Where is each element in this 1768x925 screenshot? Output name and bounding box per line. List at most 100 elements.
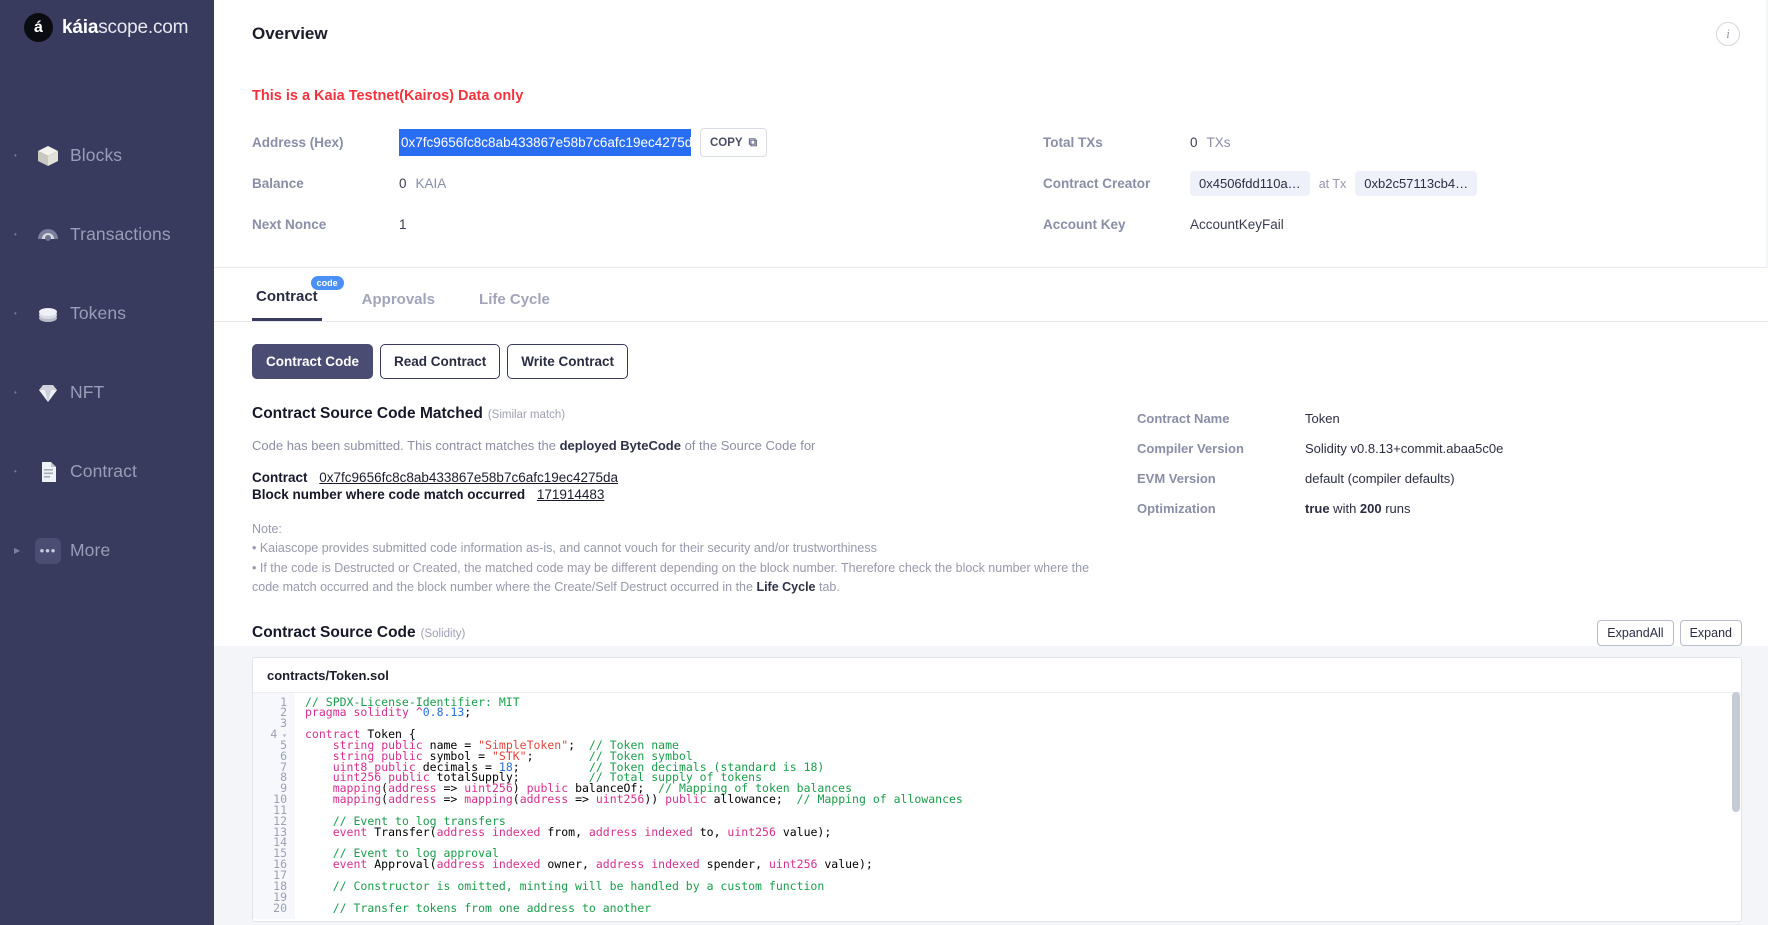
contract-creator-address[interactable]: 0x4506fdd110a… (1190, 171, 1310, 196)
contract-info-columns: Contract Source Code Matched (Similar mat… (252, 379, 1742, 598)
sidebar-item-blocks[interactable]: • Blocks (0, 116, 214, 195)
contract-tabs: Contract code Approvals Life Cycle (214, 268, 1768, 322)
tab-approvals-label: Approvals (361, 291, 436, 308)
address-value[interactable]: 0x7fc9656fc8c8ab433867e58b7c6afc19ec4275… (399, 129, 691, 156)
note-line-2-bold: Life Cycle (756, 580, 816, 595)
overview-row-creator: Contract Creator 0x4506fdd110a… at Tx 0x… (1043, 163, 1766, 204)
meta-row-optimization: Optimization true with 200 runs (1137, 501, 1742, 516)
contract-code-button[interactable]: Contract Code (252, 344, 374, 379)
copy-icon: ⧉ (748, 135, 758, 149)
copy-button[interactable]: COPY ⧉ (700, 128, 768, 157)
matched-description: Code has been submitted. This contract m… (252, 438, 1097, 453)
code-filename: contracts/Token.sol (253, 658, 1741, 693)
info-icon[interactable]: i (1716, 22, 1740, 46)
overview-right-column: Total TXs 0 TXs Contract Creator 0x4506f… (990, 122, 1766, 245)
write-contract-button[interactable]: Write Contract (507, 344, 629, 379)
matched-block-key: Block number where code match occurred (252, 487, 526, 502)
meta-row-contract-name: Contract Name Token (1137, 411, 1742, 426)
code-line: event Approval(address indexed owner, ad… (332, 857, 873, 872)
contract-creator-value-group: 0x4506fdd110a… at Tx 0xb2c57113cb4… (1190, 171, 1478, 196)
contract-meta-column: Contract Name Token Compiler Version Sol… (1097, 405, 1742, 598)
note-title: Note: (252, 522, 282, 536)
overview-row-nonce: Next Nonce 1 (252, 204, 990, 245)
sidebar-item-more[interactable]: ▶ ••• More (0, 511, 214, 590)
brand-logo[interactable]: á káiascope.com (0, 0, 214, 42)
transaction-icon (26, 222, 70, 248)
meta-key: Compiler Version (1137, 441, 1244, 456)
ellipsis-icon-box: ••• (35, 537, 61, 564)
matched-heading-subtitle: (Similar match) (487, 409, 566, 421)
sidebar-item-label: NFT (70, 382, 105, 402)
sidebar-item-transactions[interactable]: • Transactions (0, 195, 214, 274)
sidebar-item-label: Transactions (70, 224, 171, 244)
tab-approvals[interactable]: Approvals (358, 291, 439, 321)
matched-heading: Contract Source Code Matched (Similar mat… (252, 405, 1097, 423)
testnet-banner: This is a Kaia Testnet(Kairos) Data only (252, 88, 524, 104)
total-txs-unit: TXs (1206, 135, 1231, 150)
ellipsis-icon: ••• (26, 537, 70, 564)
chevron-bullet-icon: • (14, 387, 17, 397)
code-lines: // SPDX-License-Identifier: MIT pragma so… (295, 693, 1741, 920)
total-txs-label: Total TXs (1043, 135, 1103, 150)
cube-icon (26, 143, 70, 169)
meta-key: Contract Name (1137, 411, 1230, 426)
note-line-1: • Kaiascope provides submitted code info… (252, 541, 877, 556)
matched-contract-address-link[interactable]: 0x7fc9656fc8c8ab433867e58b7c6afc19ec4275… (319, 470, 618, 485)
sidebar-item-tokens[interactable]: • Tokens (0, 274, 214, 353)
matched-desc-post: of the Source Code for (680, 438, 816, 453)
tab-contract-label: Contract (256, 288, 318, 305)
overview-row-total-txs: Total TXs 0 TXs (1043, 122, 1766, 163)
balance-value: 0 (399, 176, 407, 191)
code-scrollbar-thumb[interactable] (1732, 691, 1740, 812)
brand-mark-icon: á (24, 13, 53, 42)
note-line-2: • If the code is Destructed or Created, … (252, 559, 1097, 598)
read-contract-button[interactable]: Read Contract (380, 344, 501, 379)
overview-row-account-key: Account Key AccountKeyFail (1043, 204, 1766, 245)
chevron-right-icon: ▶ (14, 545, 21, 555)
contract-match-column: Contract Source Code Matched (Similar mat… (252, 405, 1097, 598)
sidebar-nav: • Blocks • Transactions • Tokens • NFT •… (0, 116, 214, 590)
sidebar-item-contract[interactable]: • Contract (0, 432, 214, 511)
code-scrollbar[interactable] (1732, 691, 1740, 920)
meta-row-compiler-version: Compiler Version Solidity v0.8.13+commit… (1137, 441, 1742, 456)
chevron-bullet-icon: • (14, 150, 17, 160)
expand-button[interactable]: Expand (1679, 619, 1742, 646)
code-line: mapping(address => mapping(address => ui… (332, 792, 963, 807)
sidebar-item-label: Tokens (70, 303, 127, 323)
brand-text: káiascope.com (62, 17, 188, 39)
chevron-bullet-icon: • (14, 308, 17, 318)
matched-contract-line: Contract 0x7fc9656fc8c8ab433867e58b7c6af… (252, 470, 1097, 485)
note-line-2-pre: • If the code is Destructed or Created, … (252, 560, 1090, 595)
tab-contract[interactable]: Contract code (252, 276, 344, 321)
account-key-value: AccountKeyFail (1190, 217, 1284, 232)
expand-all-button[interactable]: ExpandAll (1597, 619, 1674, 646)
overview-card: Overview i This is a Kaia Testnet(Kairos… (214, 0, 1766, 268)
sidebar-item-nft[interactable]: • NFT (0, 353, 214, 432)
document-icon (26, 459, 70, 485)
meta-row-evm-version: EVM Version default (compiler defaults) (1137, 471, 1742, 486)
meta-value: Token (1305, 411, 1340, 426)
matched-desc-pre: Code has been submitted. This contract m… (252, 438, 560, 453)
code-area[interactable]: 1234 ▾ 5 6 7 8 9 10 11 12 13 14 15 16 17 18 19 20 // SPD… (253, 692, 1741, 922)
source-code-heading-subtitle: (Solidity) (420, 627, 466, 640)
at-tx-label: at Tx (1318, 176, 1347, 191)
matched-contract-key: Contract (252, 470, 308, 485)
matched-block-number-link[interactable]: 171914483 (537, 487, 605, 502)
sidebar-item-label: More (70, 540, 111, 560)
meta-value: Solidity v0.8.13+commit.abaa5c0e (1305, 441, 1504, 456)
tab-life-cycle[interactable]: Life Cycle (475, 291, 554, 321)
code-gutter: 1234 ▾ 5 6 7 8 9 10 11 12 13 14 15 16 17 18 19 20 (253, 692, 295, 920)
tab-contract-badge: code (310, 276, 344, 291)
page-title: Overview (252, 24, 328, 43)
code-line: // Transfer tokens from one address to a… (332, 900, 652, 915)
creator-tx-hash[interactable]: 0xb2c57113cb4… (1355, 171, 1478, 196)
diamond-icon (26, 380, 70, 406)
matched-block-line: Block number where code match occurred 1… (252, 487, 1097, 502)
main-content: Overview i This is a Kaia Testnet(Kairos… (214, 0, 1768, 925)
overview-row-address: Address (Hex) 0x7fc9656fc8c8ab433867e58b… (252, 122, 990, 163)
total-txs-value: 0 (1190, 135, 1198, 150)
source-code-heading: Contract Source Code (Solidity) (252, 624, 465, 642)
brand-name-light: scope.com (98, 16, 189, 38)
